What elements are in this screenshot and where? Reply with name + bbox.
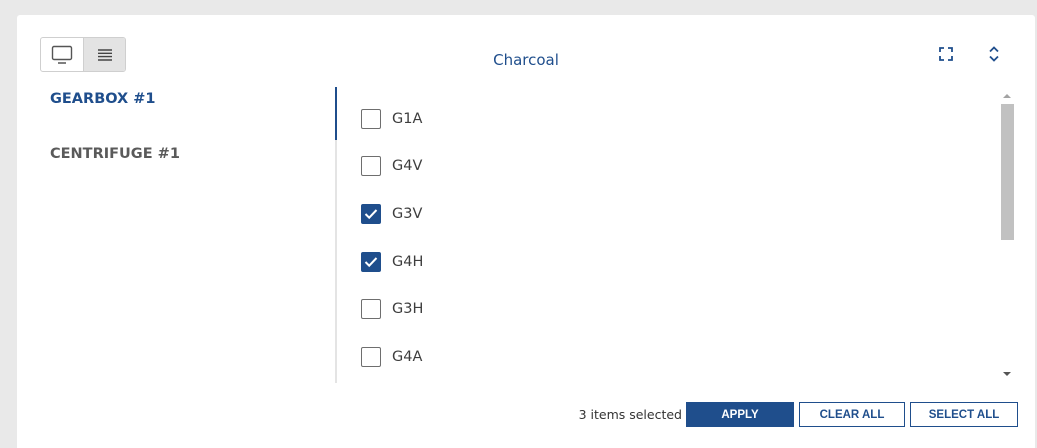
option-g1a[interactable]: G1A (361, 95, 991, 143)
caret-down-icon (1003, 372, 1011, 376)
caret-up-icon (1003, 94, 1011, 98)
option-label: G4V (392, 158, 423, 175)
checkbox[interactable] (361, 156, 381, 177)
scrollbar-thumb[interactable] (1001, 104, 1014, 240)
option-g4h[interactable]: G4H (361, 238, 991, 286)
expand-button[interactable] (935, 43, 957, 65)
apply-button[interactable]: APPLY (686, 402, 794, 427)
scroll-up-button[interactable] (999, 89, 1015, 103)
asset-item-gearbox[interactable]: GEARBOX #1 (50, 91, 180, 115)
option-label: G4A (392, 348, 423, 365)
select-all-button[interactable]: SELECT ALL (910, 402, 1018, 427)
checkbox[interactable] (361, 108, 381, 129)
scroll-down-button[interactable] (999, 367, 1015, 381)
option-g3v[interactable]: G3V (361, 190, 991, 238)
selection-count: 3 items selected (578, 407, 682, 422)
action-bar: 3 items selected APPLY CLEAR ALL SELECT … (579, 402, 1018, 427)
checkbox[interactable] (361, 203, 381, 224)
option-list: G1A G4V G3V G4H G3H G4A (361, 95, 991, 381)
scrollbar[interactable] (999, 87, 1015, 383)
option-label: G3V (392, 205, 423, 222)
option-label: G4H (392, 253, 424, 270)
expand-icon (939, 47, 953, 61)
filter-panel: Charcoal GEARBOX #1 CENTRIFUGE #1 G1A G4… (17, 15, 1035, 448)
option-g4v[interactable]: G4V (361, 143, 991, 191)
checkbox[interactable] (361, 299, 381, 320)
clear-all-button[interactable]: CLEAR ALL (799, 402, 905, 427)
option-g3h[interactable]: G3H (361, 285, 991, 333)
checkbox[interactable] (361, 346, 381, 367)
checkmark-icon (364, 256, 378, 267)
chevron-up-down-icon (989, 46, 999, 62)
checkmark-icon (364, 209, 378, 220)
option-label: G3H (392, 301, 424, 318)
checkbox[interactable] (361, 251, 381, 272)
option-label: G1A (392, 110, 423, 127)
active-asset-indicator (335, 87, 337, 140)
asset-list: GEARBOX #1 CENTRIFUGE #1 (50, 91, 180, 201)
option-g4a[interactable]: G4A (361, 333, 991, 381)
asset-item-centrifuge[interactable]: CENTRIFUGE #1 (50, 146, 180, 170)
panel-title: Charcoal (493, 51, 559, 69)
collapse-button[interactable] (983, 43, 1005, 65)
